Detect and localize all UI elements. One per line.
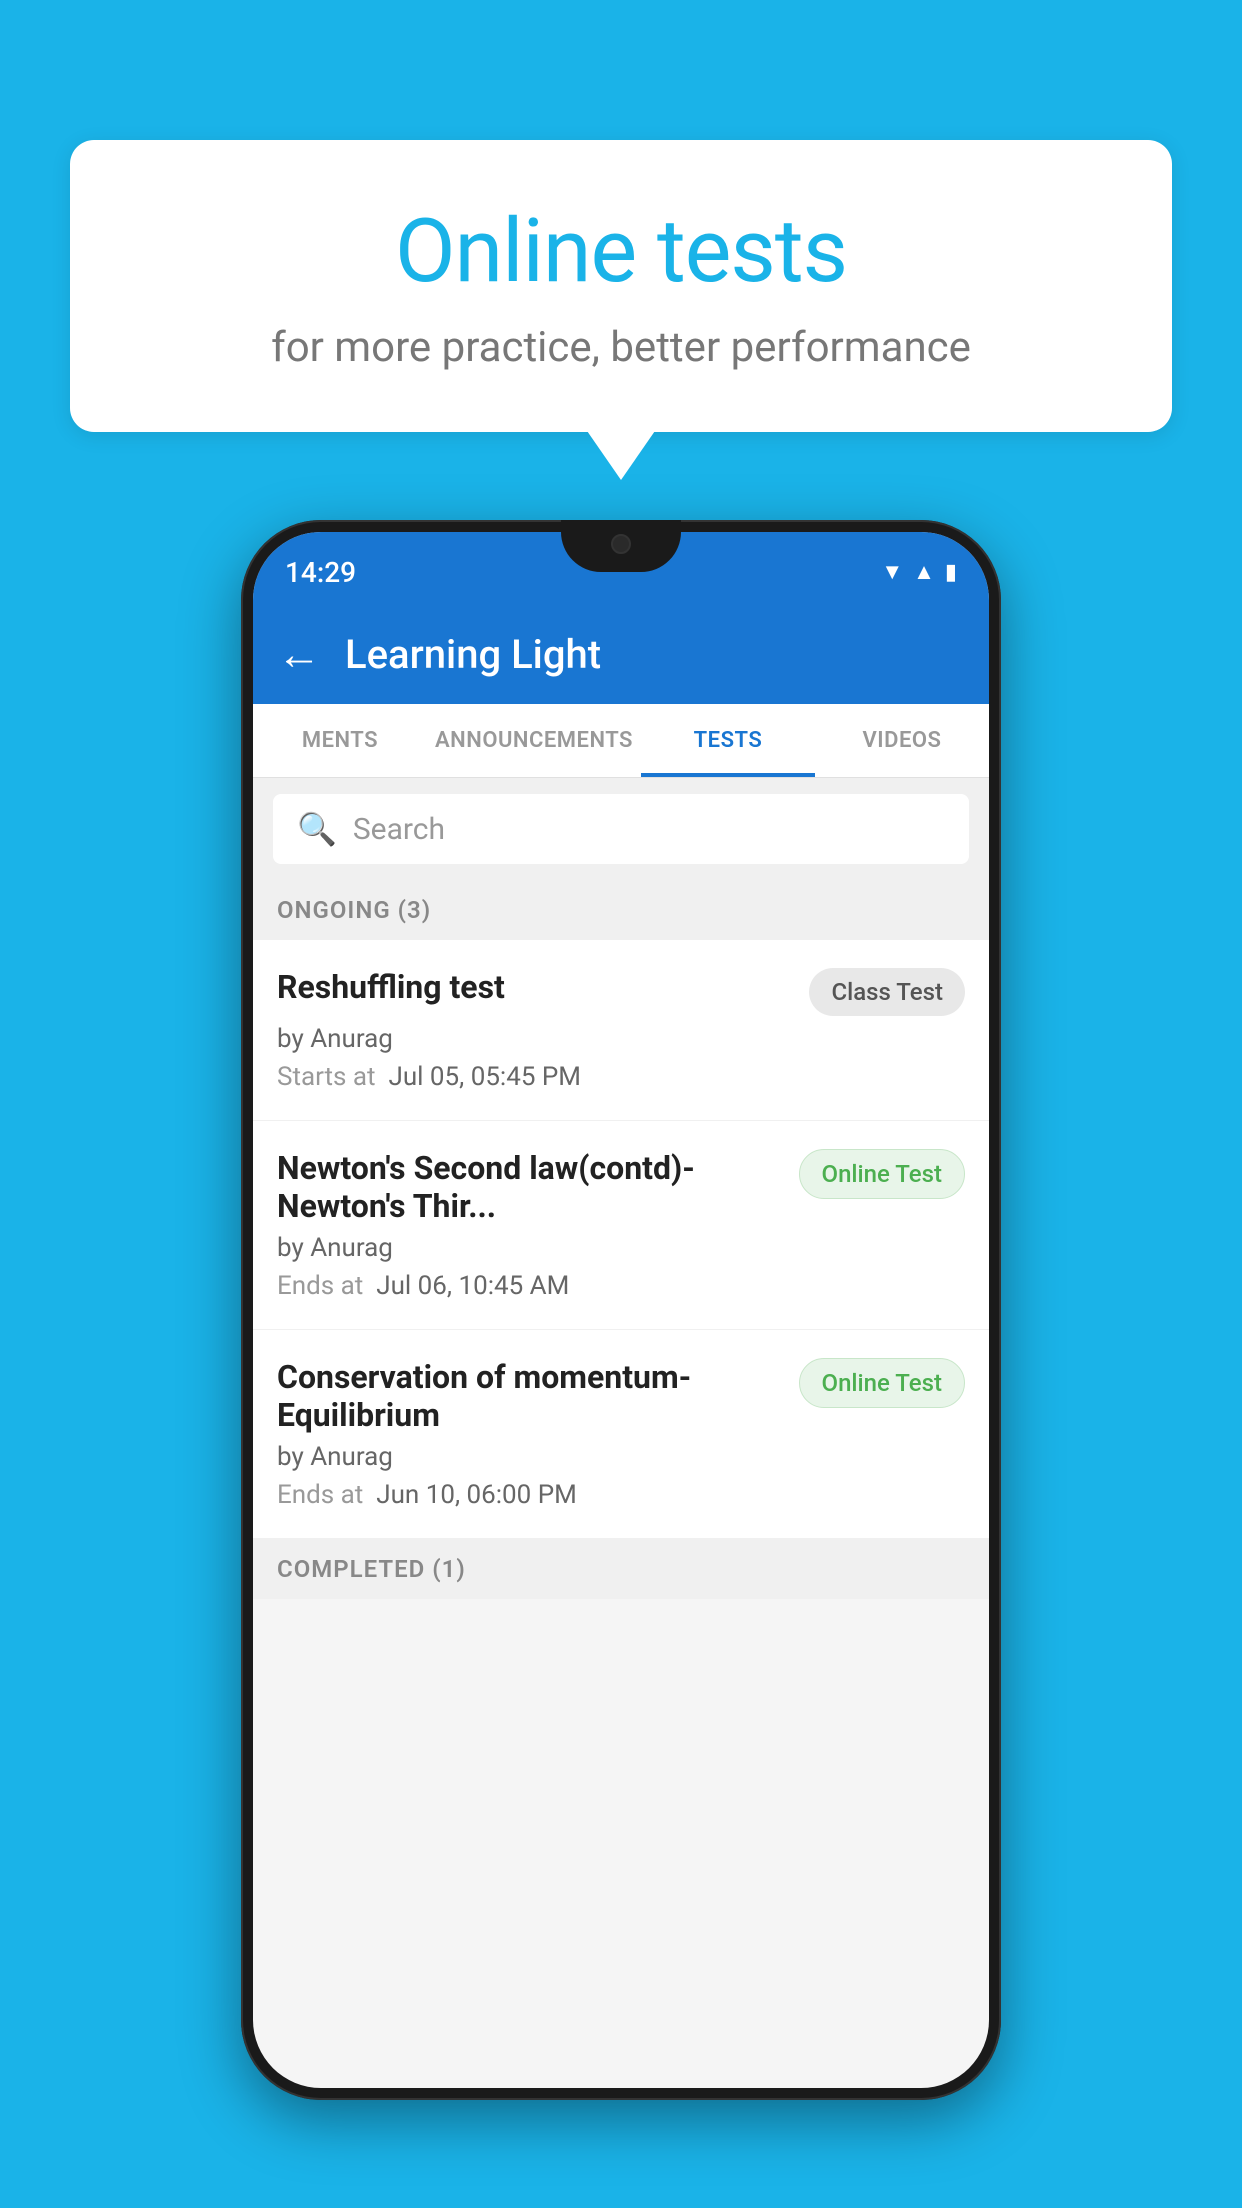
- search-bar[interactable]: 🔍 Search: [273, 794, 969, 864]
- speech-bubble-container: Online tests for more practice, better p…: [70, 140, 1172, 432]
- test-date: Ends at Jun 10, 06:00 PM: [277, 1480, 965, 1510]
- phone-screen: 14:29 ▼ ▲ ▮ ← Learning Light MENTS ANNOU…: [253, 532, 989, 2088]
- test-badge-class: Class Test: [809, 968, 965, 1016]
- test-item[interactable]: Newton's Second law(contd)-Newton's Thir…: [253, 1121, 989, 1330]
- tab-announcements[interactable]: ANNOUNCEMENTS: [427, 704, 641, 777]
- status-icons: ▼ ▲ ▮: [881, 559, 957, 585]
- test-item[interactable]: Conservation of momentum-Equilibrium Onl…: [253, 1330, 989, 1539]
- speech-bubble: Online tests for more practice, better p…: [70, 140, 1172, 432]
- ongoing-section-title: ONGOING (3): [277, 896, 431, 924]
- date-label: Ends at: [277, 1480, 363, 1510]
- test-name: Conservation of momentum-Equilibrium: [277, 1358, 783, 1434]
- test-name: Newton's Second law(contd)-Newton's Thir…: [277, 1149, 783, 1225]
- test-date: Starts at Jul 05, 05:45 PM: [277, 1062, 965, 1092]
- test-date: Ends at Jul 06, 10:45 AM: [277, 1271, 965, 1301]
- test-item-header: Newton's Second law(contd)-Newton's Thir…: [277, 1149, 965, 1225]
- date-label: Ends at: [277, 1271, 363, 1301]
- test-badge-online: Online Test: [799, 1149, 965, 1199]
- completed-section-title: COMPLETED (1): [277, 1555, 466, 1583]
- search-placeholder: Search: [353, 812, 445, 847]
- speech-bubble-subtitle: for more practice, better performance: [150, 323, 1092, 372]
- test-name: Reshuffling test: [277, 968, 793, 1006]
- back-button[interactable]: ←: [277, 628, 321, 680]
- tab-tests[interactable]: TESTS: [641, 704, 815, 777]
- completed-section-header: COMPLETED (1): [253, 1539, 989, 1599]
- test-author: by Anurag: [277, 1024, 965, 1054]
- phone-outer: 14:29 ▼ ▲ ▮ ← Learning Light MENTS ANNOU…: [241, 520, 1001, 2100]
- tab-ments[interactable]: MENTS: [253, 704, 427, 777]
- speech-bubble-title: Online tests: [150, 200, 1092, 303]
- test-item[interactable]: Reshuffling test Class Test by Anurag St…: [253, 940, 989, 1121]
- phone-container: 14:29 ▼ ▲ ▮ ← Learning Light MENTS ANNOU…: [241, 520, 1001, 2100]
- test-author: by Anurag: [277, 1233, 965, 1263]
- test-author: by Anurag: [277, 1442, 965, 1472]
- wifi-icon: ▼: [881, 559, 903, 585]
- test-badge-online: Online Test: [799, 1358, 965, 1408]
- search-container: 🔍 Search: [253, 778, 989, 880]
- tabs-container: MENTS ANNOUNCEMENTS TESTS VIDEOS: [253, 704, 989, 778]
- app-bar: ← Learning Light: [253, 604, 989, 704]
- battery-icon: ▮: [945, 560, 957, 585]
- scroll-content[interactable]: 🔍 Search ONGOING (3) Reshuffling test Cl…: [253, 778, 989, 2030]
- camera-icon: [611, 534, 631, 554]
- phone-notch: [561, 520, 681, 572]
- date-label: Starts at: [277, 1062, 376, 1092]
- test-item-header: Conservation of momentum-Equilibrium Onl…: [277, 1358, 965, 1434]
- ongoing-section-header: ONGOING (3): [253, 880, 989, 940]
- test-item-header: Reshuffling test Class Test: [277, 968, 965, 1016]
- search-icon: 🔍: [297, 810, 337, 848]
- tab-videos[interactable]: VIDEOS: [815, 704, 989, 777]
- app-title: Learning Light: [345, 631, 601, 678]
- status-time: 14:29: [285, 556, 356, 589]
- signal-icon: ▲: [913, 559, 935, 585]
